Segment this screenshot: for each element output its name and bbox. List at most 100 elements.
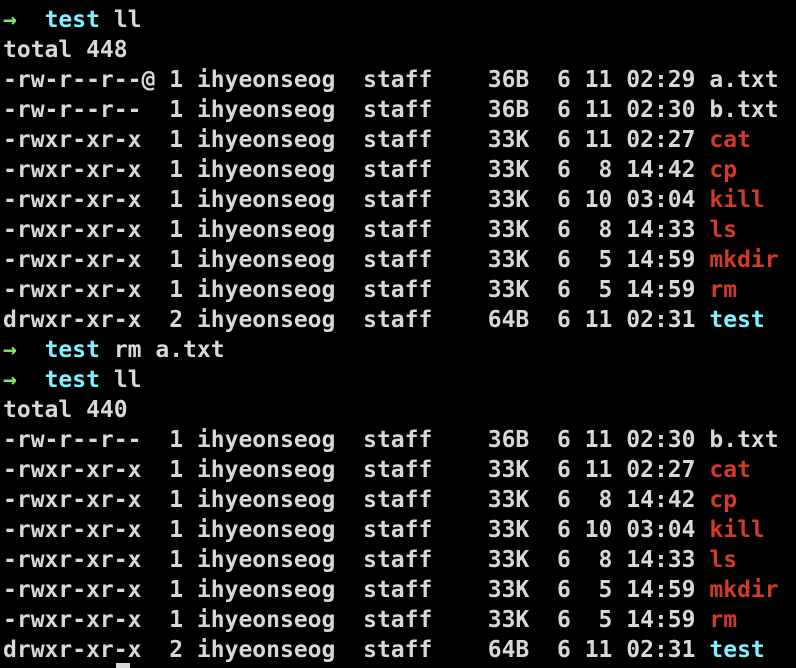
- owner: ihyeonseog: [196, 577, 336, 603]
- month: 6: [556, 157, 571, 183]
- owner: ihyeonseog: [196, 247, 336, 273]
- time: 03:04: [626, 517, 696, 543]
- owner: ihyeonseog: [196, 457, 336, 483]
- file-name: test: [709, 307, 765, 333]
- file-name: cp: [709, 487, 738, 513]
- group: staff: [363, 607, 433, 633]
- file-size: 33K: [487, 487, 530, 513]
- file-entry-row: -rwxr-xr-x 1 ihyeonseog staff 33K 6 11 0…: [3, 125, 793, 155]
- permissions: drwxr-xr-x: [3, 637, 142, 663]
- owner: ihyeonseog: [196, 547, 336, 573]
- day: 5: [598, 607, 613, 633]
- permissions: -rwxr-xr-x: [3, 157, 142, 183]
- file-size: 33K: [487, 247, 530, 273]
- link-count: 1: [169, 277, 184, 303]
- owner: ihyeonseog: [196, 187, 336, 213]
- terminal-output: → test ll total 448 -rw-r--r--@ 1 ihyeonse…: [3, 5, 793, 665]
- group: staff: [363, 127, 433, 153]
- time: 14:59: [626, 247, 696, 273]
- time: 14:33: [626, 217, 696, 243]
- month: 6: [556, 547, 571, 573]
- file-entry-row: -rwxr-xr-x 1 ihyeonseog staff 33K 6 8 14…: [3, 155, 793, 185]
- time: 14:33: [626, 547, 696, 573]
- permissions: -rw-r--r--@: [3, 67, 156, 93]
- owner: ihyeonseog: [196, 157, 336, 183]
- total-line: total 440: [3, 395, 793, 425]
- month: 6: [556, 217, 571, 243]
- file-name: cat: [709, 127, 751, 153]
- link-count: 1: [169, 67, 184, 93]
- group: staff: [363, 487, 433, 513]
- link-count: 1: [169, 547, 184, 573]
- file-name: cat: [709, 457, 751, 483]
- owner: ihyeonseog: [196, 607, 336, 633]
- group: staff: [363, 457, 433, 483]
- group: staff: [363, 427, 433, 453]
- owner: ihyeonseog: [196, 307, 336, 333]
- time: 14:59: [626, 277, 696, 303]
- file-name: kill: [709, 517, 765, 543]
- terminal-window[interactable]: { "colors": { "background": "#000000", "…: [0, 0, 796, 668]
- month: 6: [556, 67, 571, 93]
- file-size: 64B: [487, 307, 530, 333]
- prompt-arrow-icon: →: [3, 7, 17, 33]
- file-entry-row: -rwxr-xr-x 1 ihyeonseog staff 33K 6 8 14…: [3, 485, 793, 515]
- permissions: -rwxr-xr-x: [3, 487, 142, 513]
- month: 6: [556, 187, 571, 213]
- link-count: 1: [169, 607, 184, 633]
- permissions: -rwxr-xr-x: [3, 517, 142, 543]
- file-size: 33K: [487, 127, 530, 153]
- file-name: cp: [709, 157, 738, 183]
- link-count: 1: [169, 127, 184, 153]
- file-name: mkdir: [709, 247, 779, 273]
- total-text: total 440: [3, 397, 128, 423]
- prompt-arrow-icon: →: [3, 337, 17, 363]
- file-size: 33K: [487, 277, 530, 303]
- prompt-line: → test rm a.txt: [3, 335, 793, 365]
- group: staff: [363, 637, 433, 663]
- file-size: 33K: [487, 607, 530, 633]
- prompt-directory: test: [44, 7, 100, 33]
- file-entry-row: drwxr-xr-x 2 ihyeonseog staff 64B 6 11 0…: [3, 635, 793, 665]
- owner: ihyeonseog: [196, 517, 336, 543]
- month: 6: [556, 247, 571, 273]
- time: 02:31: [626, 637, 696, 663]
- group: staff: [363, 157, 433, 183]
- file-name: kill: [709, 187, 765, 213]
- permissions: -rwxr-xr-x: [3, 127, 142, 153]
- prompt-line: → test ll: [3, 5, 793, 35]
- day: 5: [598, 277, 613, 303]
- file-entry-row: -rw-r--r--@ 1 ihyeonseog staff 36B 6 11 …: [3, 65, 793, 95]
- group: staff: [363, 187, 433, 213]
- day: 10: [584, 187, 613, 213]
- permissions: -rwxr-xr-x: [3, 187, 142, 213]
- file-size: 36B: [487, 97, 530, 123]
- day: 11: [584, 427, 613, 453]
- file-size: 64B: [487, 637, 530, 663]
- file-size: 33K: [487, 577, 530, 603]
- prompt-line: → test ll: [3, 365, 793, 395]
- day: 5: [598, 577, 613, 603]
- day: 11: [584, 127, 613, 153]
- time: 14:42: [626, 157, 696, 183]
- permissions: -rw-r--r--: [3, 427, 142, 453]
- day: 5: [598, 247, 613, 273]
- file-entry-row: drwxr-xr-x 2 ihyeonseog staff 64B 6 11 0…: [3, 305, 793, 335]
- file-size: 36B: [487, 427, 530, 453]
- file-entry-row: -rwxr-xr-x 1 ihyeonseog staff 33K 6 11 0…: [3, 455, 793, 485]
- file-entry-row: -rwxr-xr-x 1 ihyeonseog staff 33K 6 5 14…: [3, 275, 793, 305]
- link-count: 1: [169, 517, 184, 543]
- file-entry-row: -rwxr-xr-x 1 ihyeonseog staff 33K 6 5 14…: [3, 245, 793, 275]
- link-count: 1: [169, 97, 184, 123]
- file-name: rm: [709, 277, 738, 303]
- owner: ihyeonseog: [196, 637, 336, 663]
- time: 14:59: [626, 577, 696, 603]
- time: 02:31: [626, 307, 696, 333]
- permissions: -rwxr-xr-x: [3, 607, 142, 633]
- file-name: rm: [709, 607, 738, 633]
- link-count: 1: [169, 577, 184, 603]
- permissions: -rwxr-xr-x: [3, 457, 142, 483]
- owner: ihyeonseog: [196, 97, 336, 123]
- group: staff: [363, 97, 433, 123]
- time: 03:04: [626, 187, 696, 213]
